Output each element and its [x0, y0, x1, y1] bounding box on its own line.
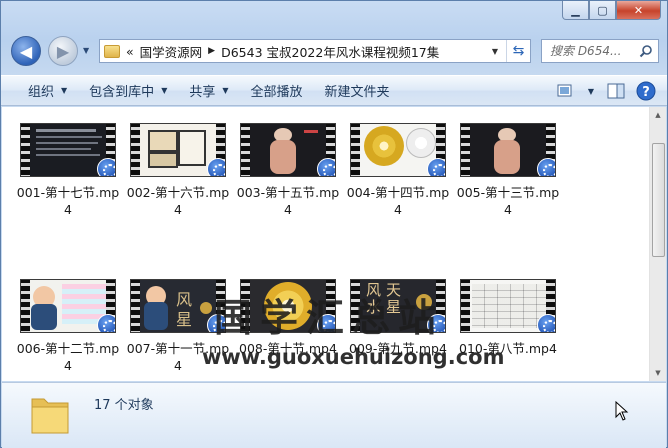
change-view-button[interactable] — [555, 80, 577, 102]
breadcrumb-separator-icon[interactable]: ▶ — [208, 46, 215, 56]
file-name: 002-第十六节.mp4 — [126, 185, 230, 217]
video-thumbnail — [460, 279, 556, 333]
address-overflow[interactable]: « — [126, 44, 134, 59]
file-item[interactable]: 001-第十七节.mp4 — [16, 123, 120, 218]
address-dropdown-button[interactable]: ▼ — [486, 40, 504, 62]
scroll-down-icon[interactable]: ▼ — [650, 365, 666, 381]
new-folder-label: 新建文件夹 — [324, 85, 390, 100]
share-menu[interactable]: 共享 ▼ — [178, 79, 239, 103]
video-thumbnail: 风 星 — [130, 279, 226, 333]
arrow-left-icon: ◀ — [19, 41, 33, 61]
video-thumbnail — [20, 279, 116, 333]
media-player-icon — [427, 158, 445, 176]
navigation-bar: ◀ ▶ ▼ « 国学资源网 ▶ D6543 宝叔2022年风水课程视频17集 ▼… — [9, 36, 659, 66]
file-name: 005-第十三节.mp4 — [456, 185, 560, 217]
view-dropdown-button[interactable]: ▼ — [585, 80, 597, 102]
video-thumbnail — [240, 123, 336, 177]
file-name: 003-第十五节.mp4 — [236, 185, 340, 217]
scroll-up-icon[interactable]: ▲ — [650, 107, 666, 123]
media-player-icon — [97, 314, 115, 332]
file-name: 004-第十四节.mp4 — [346, 185, 450, 217]
chevron-down-icon: ▼ — [161, 86, 168, 95]
video-thumbnail — [20, 123, 116, 177]
view-icon — [557, 84, 572, 97]
chevron-down-icon: ▼ — [61, 86, 68, 95]
breadcrumb-item[interactable]: D6543 宝叔2022年风水课程视频17集 — [221, 42, 439, 61]
command-bar: 组织 ▼ 包含到库中 ▼ 共享 ▼ 全部播放 新建文件夹 ▼ ? — [1, 75, 667, 106]
close-button[interactable]: ✕ — [616, 1, 661, 20]
folder-icon — [31, 398, 69, 434]
video-thumbnail — [460, 123, 556, 177]
play-all-label: 全部播放 — [250, 85, 303, 100]
watermark-url: www.guoxuehuizong.com — [202, 345, 505, 369]
video-thumbnail — [350, 123, 446, 177]
file-name: 001-第十七节.mp4 — [16, 185, 120, 217]
chevron-down-icon: ▼ — [222, 86, 229, 95]
mouse-cursor-icon — [615, 401, 629, 421]
media-player-icon — [317, 158, 335, 176]
media-player-icon — [537, 314, 555, 332]
file-name: 006-第十二节.mp4 — [16, 341, 120, 373]
explorer-window: ▁ ▢ ✕ ◀ ▶ ▼ « 国学资源网 ▶ D6543 宝叔2022年风水课程视… — [0, 0, 668, 448]
minimize-button[interactable]: ▁ — [562, 1, 589, 20]
item-count: 17 个对象 — [94, 398, 154, 413]
preview-pane-button[interactable] — [605, 80, 627, 102]
share-label: 共享 — [189, 85, 216, 100]
new-folder-button[interactable]: 新建文件夹 — [314, 79, 401, 103]
file-item[interactable]: 006-第十二节.mp4 — [16, 279, 120, 374]
watermark-title: 国学汇总站 — [214, 296, 445, 340]
scrollbar-thumb[interactable] — [652, 143, 665, 257]
address-bar[interactable]: « 国学资源网 ▶ D6543 宝叔2022年风水课程视频17集 ▼ ⇆ — [99, 39, 531, 63]
vertical-scrollbar[interactable]: ▲ ▼ — [649, 107, 666, 381]
organize-label: 组织 — [28, 85, 55, 100]
arrow-right-icon: ▶ — [56, 41, 70, 61]
media-player-icon — [207, 158, 225, 176]
file-item[interactable]: 002-第十六节.mp4 — [126, 123, 230, 218]
forward-button[interactable]: ▶ — [48, 36, 78, 66]
search-icon[interactable] — [639, 44, 653, 58]
breadcrumb-item[interactable]: 国学资源网 — [140, 42, 203, 61]
search-box[interactable] — [541, 39, 659, 63]
organize-menu[interactable]: 组织 ▼ — [17, 79, 78, 103]
details-pane: 17 个对象 — [2, 382, 666, 448]
help-icon: ? — [636, 81, 656, 101]
search-input[interactable] — [550, 44, 638, 58]
media-player-icon — [537, 158, 555, 176]
media-player-icon — [97, 158, 115, 176]
help-button[interactable]: ? — [635, 80, 657, 102]
include-library-label: 包含到库中 — [89, 85, 155, 100]
recent-pages-dropdown[interactable]: ▼ — [83, 46, 89, 55]
file-item[interactable]: 003-第十五节.mp4 — [236, 123, 340, 218]
file-item[interactable]: 005-第十三节.mp4 — [456, 123, 560, 218]
include-library-menu[interactable]: 包含到库中 ▼ — [78, 79, 178, 103]
svg-text:?: ? — [642, 85, 650, 100]
play-all-button[interactable]: 全部播放 — [240, 79, 314, 103]
back-button[interactable]: ◀ — [11, 36, 41, 66]
file-list[interactable]: 001-第十七节.mp4 002-第十六节.mp4 003-第十五节.mp4 0… — [2, 107, 666, 381]
folder-icon — [104, 44, 120, 58]
preview-pane-icon — [607, 83, 625, 99]
view-controls: ▼ ? — [555, 80, 657, 102]
refresh-button[interactable]: ⇆ — [506, 40, 530, 62]
video-thumbnail — [130, 123, 226, 177]
refresh-icon: ⇆ — [512, 43, 525, 59]
file-item[interactable]: 004-第十四节.mp4 — [346, 123, 450, 218]
caption-buttons: ▁ ▢ ✕ — [562, 1, 661, 20]
maximize-button[interactable]: ▢ — [589, 1, 616, 20]
